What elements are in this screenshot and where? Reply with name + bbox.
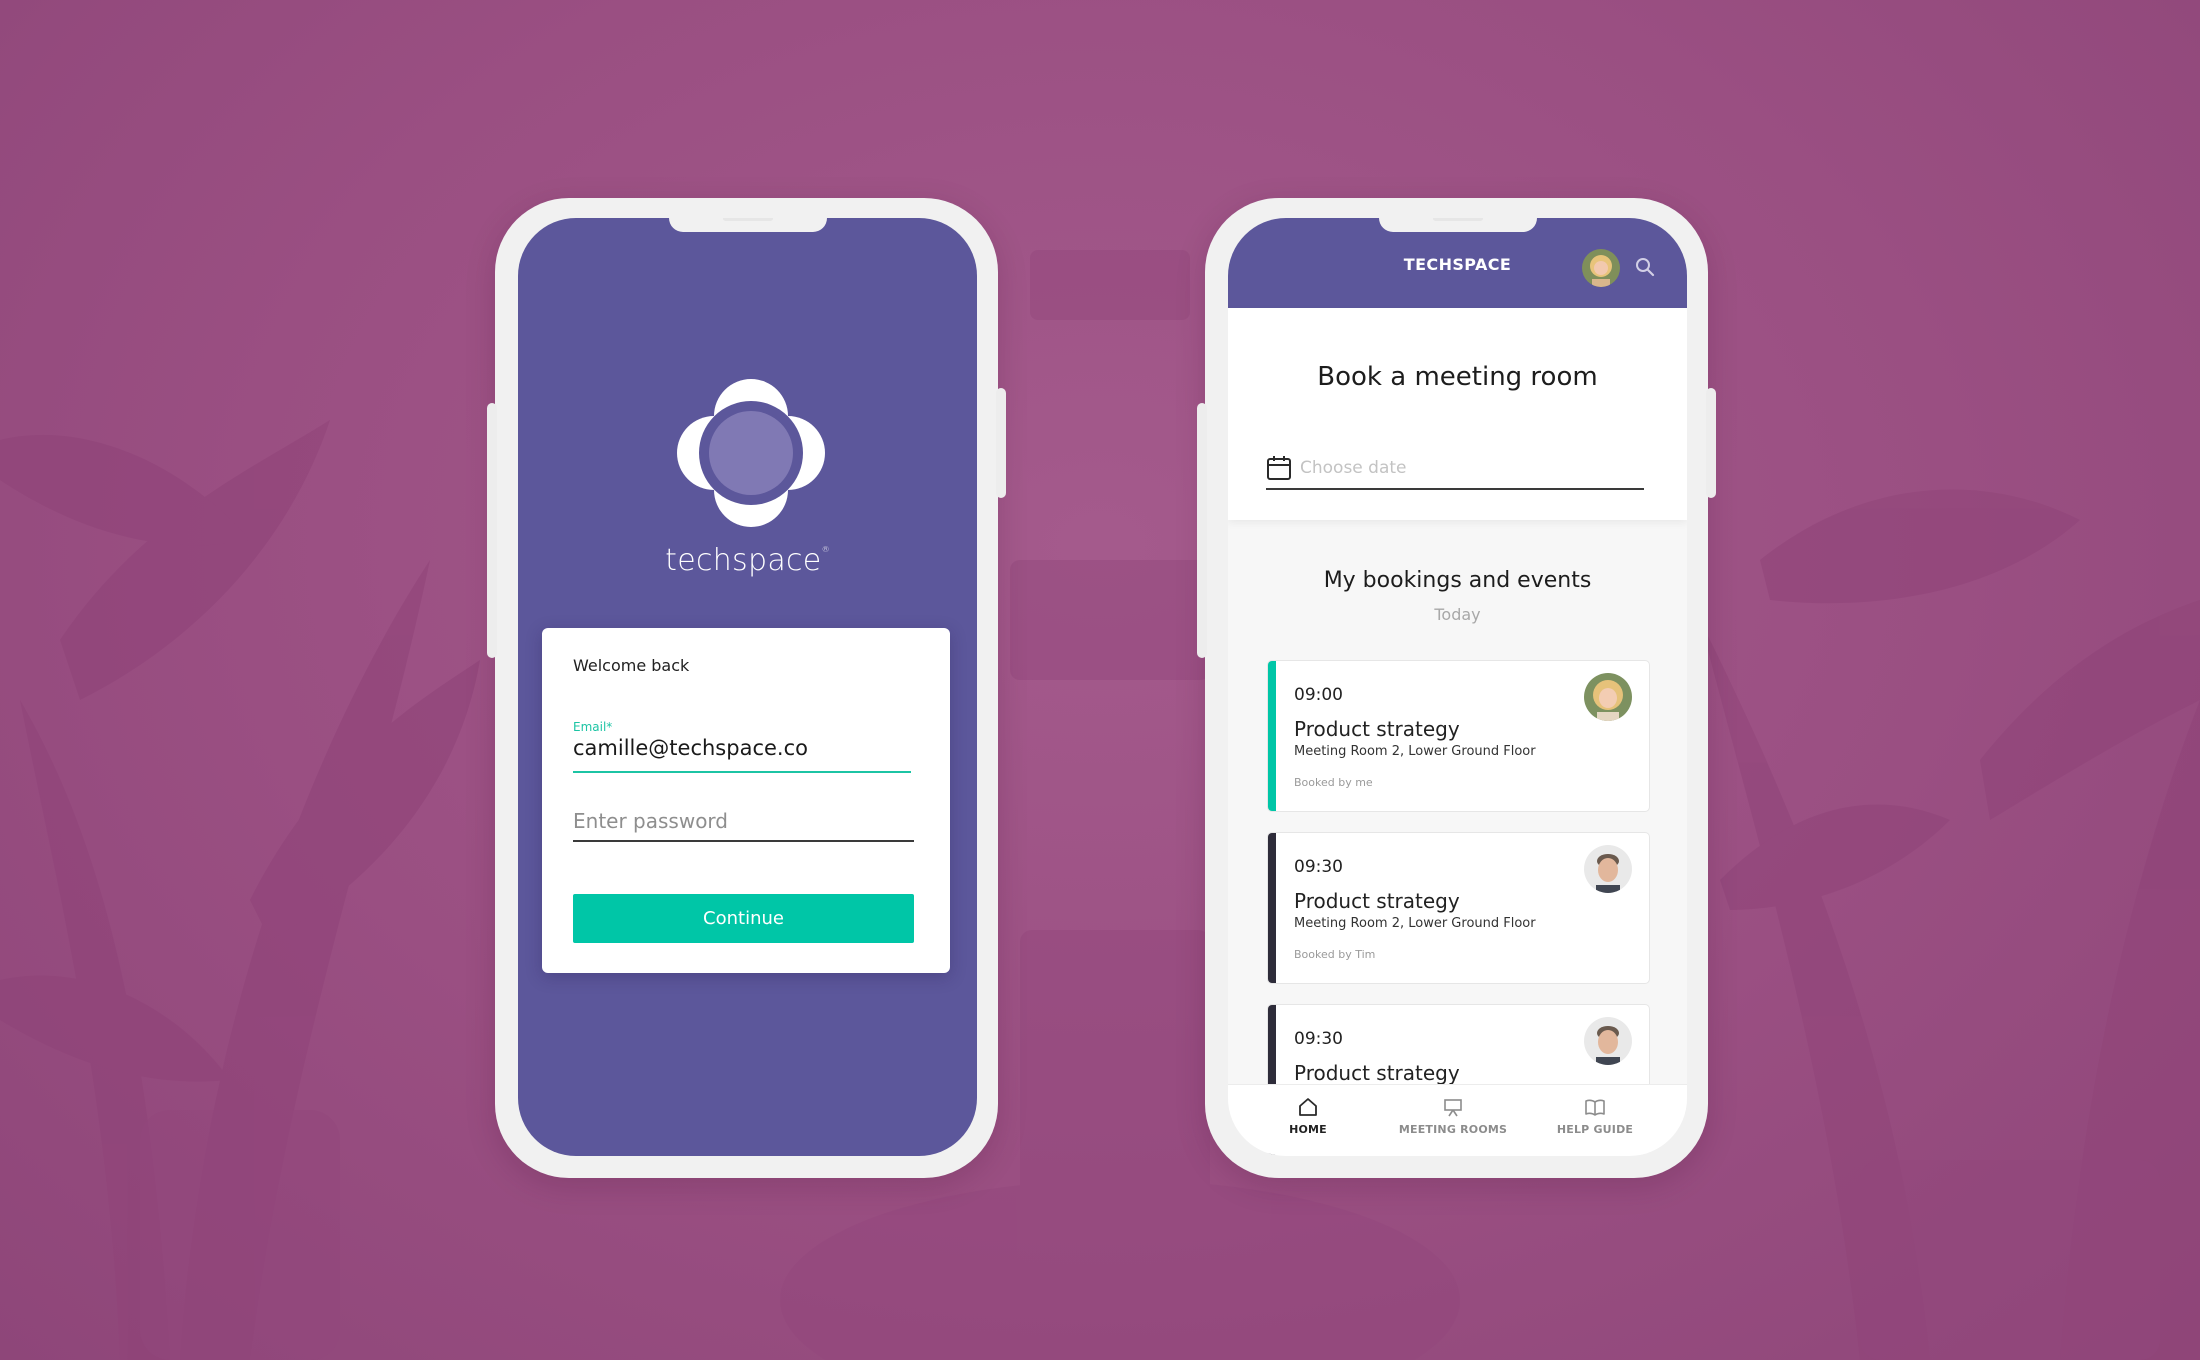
phone-notch <box>668 218 827 232</box>
trademark-symbol: ® <box>821 545 830 554</box>
book-room-title: Book a meeting room <box>1317 362 1598 392</box>
brand-wordmark: techspace® <box>518 543 977 578</box>
app-header: TECHSPACE <box>1228 218 1687 308</box>
booking-name: Product strategy <box>1294 889 1460 913</box>
password-field[interactable] <box>573 802 914 842</box>
tab-meeting-rooms[interactable]: MEETING ROOMS <box>1383 1085 1523 1156</box>
booking-name: Product strategy <box>1294 1061 1460 1085</box>
phone-power-button <box>996 388 1006 498</box>
woman-avatar <box>1584 673 1632 721</box>
phone-notch <box>1378 218 1537 232</box>
bottom-tab-bar: HOME MEETING ROOMS HELP GUIDE <box>1228 1084 1687 1156</box>
background-scene <box>0 0 2200 1360</box>
home-icon <box>1299 1098 1317 1116</box>
email-label: Email* <box>573 720 613 734</box>
app-screen: TECHSPACE Book a meeting room Choose dat… <box>1228 218 1687 1156</box>
booking-owner: Booked by Tim <box>1294 948 1376 961</box>
booking-owner: Booked by me <box>1294 776 1373 789</box>
welcome-heading: Welcome back <box>573 656 690 675</box>
date-underline <box>1266 488 1644 490</box>
phone-login: techspace® Welcome back Email* camille@t… <box>487 198 1006 1178</box>
calendar-icon[interactable] <box>1266 455 1292 481</box>
login-screen: techspace® Welcome back Email* camille@t… <box>518 218 977 1156</box>
bookings-title: My bookings and events <box>1323 568 1592 593</box>
plants-backdrop <box>0 250 2200 1360</box>
book-room-panel: Book a meeting room <box>1228 308 1687 520</box>
tab-label: HELP GUIDE <box>1556 1123 1634 1136</box>
phone-side-button <box>1197 403 1207 658</box>
phone-power-button <box>1706 388 1716 498</box>
booking-location: Meeting Room 2, Lower Ground Floor <box>1294 916 1536 931</box>
tab-label: MEETING ROOMS <box>1398 1123 1508 1136</box>
search-icon[interactable] <box>1635 257 1655 277</box>
booking-time: 09:00 <box>1294 685 1343 705</box>
email-underline <box>573 771 911 773</box>
techspace-logo-icon <box>677 379 825 527</box>
tab-help-guide[interactable]: HELP GUIDE <box>1525 1085 1665 1156</box>
booking-accent-bar <box>1268 833 1276 983</box>
man-avatar <box>1584 1017 1632 1065</box>
user-avatar[interactable] <box>1582 249 1620 287</box>
phone-side-button <box>487 403 497 658</box>
booking-location: Meeting Room 2, Lower Ground Floor <box>1294 744 1536 759</box>
booking-name: Product strategy <box>1294 717 1460 741</box>
man-avatar <box>1584 845 1632 893</box>
login-card: Welcome back Email* camille@techspace.co… <box>542 628 950 973</box>
date-picker-input[interactable] <box>1300 453 1600 483</box>
email-field[interactable]: camille@techspace.co <box>573 736 808 760</box>
booking-time: 09:30 <box>1294 1029 1343 1049</box>
brand-name: techspace <box>665 543 822 578</box>
continue-button[interactable]: Continue <box>573 894 914 943</box>
booking-card[interactable]: 09:00 Product strategy Meeting Room 2, L… <box>1267 660 1650 812</box>
tab-home[interactable]: HOME <box>1238 1085 1378 1156</box>
booking-time: 09:30 <box>1294 857 1343 877</box>
presentation-icon <box>1444 1099 1462 1117</box>
book-icon <box>1585 1099 1605 1116</box>
booking-card[interactable]: 09:30 Product strategy Meeting Room 2, L… <box>1267 832 1650 984</box>
booking-accent-bar <box>1268 661 1276 811</box>
phone-app: TECHSPACE Book a meeting room Choose dat… <box>1197 198 1716 1178</box>
bookings-day-label: Today <box>1434 605 1481 624</box>
tab-label: HOME <box>1289 1123 1327 1136</box>
